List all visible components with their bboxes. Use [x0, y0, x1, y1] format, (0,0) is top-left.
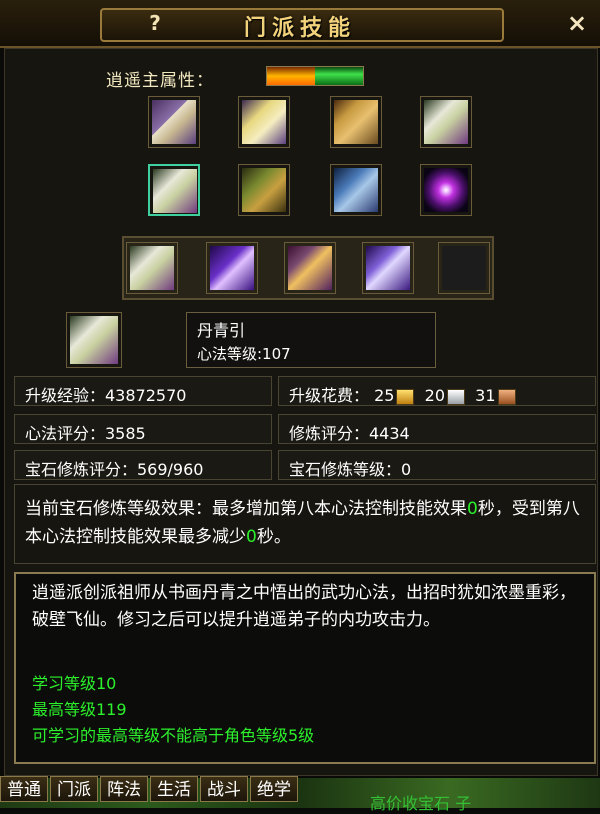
skill-slot-8[interactable]: [420, 164, 472, 216]
skill-description: 逍遥派创派祖师从书画丹青之中悟出的武功心法，出招时犹如浓墨重彩，破壁飞仙。修习之…: [14, 572, 596, 764]
gem-level-row: 宝石修炼等级：0: [278, 450, 596, 480]
main-attribute-indicator: [266, 66, 364, 86]
max-level: 最高等级119: [32, 700, 127, 719]
bar-slot-1[interactable]: [126, 242, 178, 294]
learn-level: 学习等级10: [32, 674, 117, 693]
tab-ultimate[interactable]: 绝学: [250, 776, 298, 802]
tab-normal[interactable]: 普通: [0, 776, 48, 802]
skill-slot-7[interactable]: [330, 164, 382, 216]
main-attribute-label: 逍遥主属性：: [106, 71, 214, 91]
tab-formation[interactable]: 阵法: [100, 776, 148, 802]
xiulian-score-row: 修炼评分：4434: [278, 414, 596, 444]
selected-skill-info: 丹青引 心法等级:107: [186, 312, 436, 368]
bar-slot-3[interactable]: [284, 242, 336, 294]
scroll-painting-icon: [70, 316, 118, 364]
treasure-chest-icon: [242, 168, 286, 212]
tab-sect[interactable]: 门派: [50, 776, 98, 802]
level-limit: 可学习的最高等级不能高于角色等级5级: [32, 726, 315, 745]
scroll-painting-icon: [153, 169, 197, 213]
silver-ingot-icon: [447, 388, 465, 405]
window-title: 门派技能: [243, 16, 356, 41]
bar-slot-2[interactable]: [206, 242, 258, 294]
skill-slot-1[interactable]: [148, 96, 200, 148]
fire-scroll-icon: [288, 246, 332, 290]
skill-slot-2[interactable]: [238, 96, 290, 148]
tab-bar: 普通 门派 阵法 生活 战斗 绝学: [0, 776, 300, 802]
empty-slot: [442, 246, 486, 290]
tab-life[interactable]: 生活: [150, 776, 198, 802]
skill-name: 丹青引: [197, 321, 246, 340]
butterfly-icon: [366, 246, 410, 290]
wood-attribute-icon: [315, 67, 363, 85]
background-chat-text: 高价收宝石 子: [370, 794, 472, 813]
tab-combat[interactable]: 战斗: [200, 776, 248, 802]
scroll-book-icon: [152, 100, 196, 144]
cost-gold: 25: [374, 386, 395, 405]
gem-score-row: 宝石修炼评分：569/960: [14, 450, 272, 480]
skill-slot-4[interactable]: [420, 96, 472, 148]
yellow-book-icon: [242, 100, 286, 144]
bar-slot-5[interactable]: [438, 242, 490, 294]
galaxy-icon: [424, 168, 468, 212]
cost-label: 升级花费：: [289, 386, 370, 405]
purple-comet-icon: [210, 246, 254, 290]
description-text: 逍遥派创派祖师从书画丹青之中悟出的武功心法，出招时犹如浓墨重彩，破壁飞仙。修习之…: [32, 583, 576, 630]
scroll-painting-icon: [130, 246, 174, 290]
cost-copper: 31: [475, 386, 496, 405]
exp-row: 升级经验：43872570: [14, 376, 272, 406]
xinfa-score-row: 心法评分：3585: [14, 414, 272, 444]
close-button[interactable]: ×: [562, 8, 592, 38]
skill-slot-6[interactable]: [238, 164, 290, 216]
skill-slot-5[interactable]: [148, 164, 200, 216]
title-bar: ? 门派技能 ×: [0, 0, 600, 48]
skill-level: 心法等级:107: [197, 345, 291, 363]
copper-ingot-icon: [497, 388, 516, 405]
fire-attribute-icon: [267, 67, 315, 85]
selected-skill-icon: [66, 312, 122, 368]
cost-row: 升级花费： 25 20 31: [278, 376, 596, 406]
skill-slot-3[interactable]: [330, 96, 382, 148]
bar-slot-4[interactable]: [362, 242, 414, 294]
cost-silver: 20: [424, 386, 445, 405]
gem-effect-box: 当前宝石修炼等级效果：最多增加第八本心法控制技能效果0秒，受到第八本心法控制技能…: [14, 484, 596, 564]
white-scroll-icon: [424, 100, 468, 144]
gold-ingot-icon: [396, 388, 415, 405]
blue-scroll-icon: [334, 168, 378, 212]
golden-scroll-icon: [334, 100, 378, 144]
